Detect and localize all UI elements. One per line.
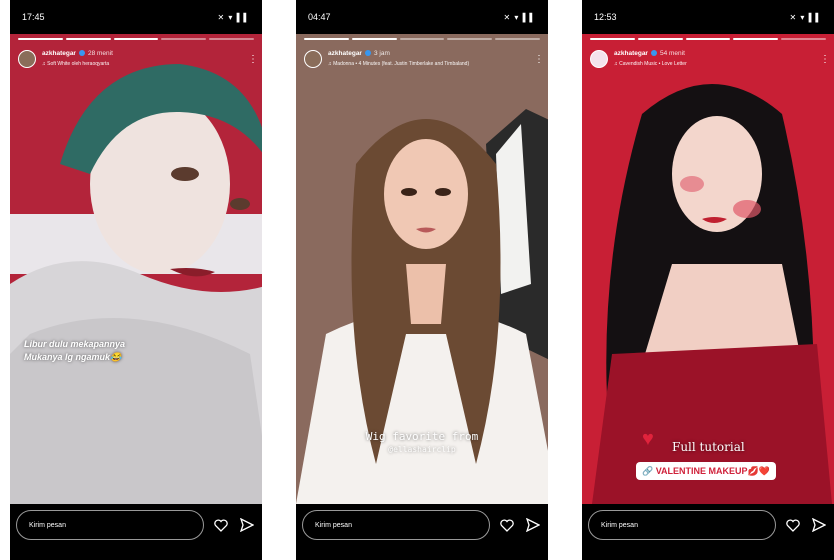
story-header: azkhategar 3 jam ♫ Madonna • 4 Minutes (f… bbox=[304, 46, 544, 72]
story-caption: Wig favorite from @ellashairclip bbox=[296, 430, 548, 456]
verified-badge-icon bbox=[364, 50, 371, 57]
send-message-input[interactable]: Kirim pesan bbox=[588, 510, 776, 540]
time-ago: 28 menit bbox=[87, 50, 113, 57]
status-bar: 17:45 ✕ ▾ ▌▌ bbox=[10, 0, 262, 34]
caption-line-1: Libur dulu mekapannya bbox=[24, 339, 126, 349]
link-sticker[interactable]: 🔗 VALENTINE MAKEUP💋❤️ bbox=[636, 462, 776, 480]
heart-sticker-icon: ♥ bbox=[642, 428, 654, 450]
like-icon[interactable] bbox=[498, 516, 516, 534]
time-ago: 3 jam bbox=[373, 50, 390, 57]
caption-line-2: Mukanya lg ngamuk😂 bbox=[24, 352, 122, 362]
link-icon: 🔗 bbox=[642, 465, 656, 476]
status-icons: ✕ ▾ ▌▌ bbox=[217, 12, 250, 22]
send-icon[interactable] bbox=[238, 516, 256, 534]
username[interactable]: azkhategar bbox=[42, 50, 76, 57]
verified-badge-icon bbox=[650, 50, 657, 57]
music-label[interactable]: Madonna • 4 Minutes (feat. Justin Timber… bbox=[333, 61, 469, 67]
time-ago: 54 menit bbox=[659, 50, 685, 57]
story-header: azkhategar 54 menit ♫ Cavendish Music • L… bbox=[590, 46, 830, 72]
story-photo bbox=[582, 34, 834, 504]
system-nav-bar bbox=[296, 548, 548, 560]
status-icons: ✕ ▾ ▌▌ bbox=[789, 12, 822, 22]
story-header: azkhategar 28 menit ♫ Soft White oleh her… bbox=[18, 46, 258, 72]
story-progress bbox=[18, 38, 254, 40]
more-options-icon[interactable]: ⋮ bbox=[534, 54, 544, 65]
status-icons: ✕ ▾ ▌▌ bbox=[503, 12, 536, 22]
send-icon[interactable] bbox=[524, 516, 542, 534]
verified-badge-icon bbox=[78, 50, 85, 57]
status-time: 04:47 bbox=[308, 12, 331, 22]
status-bar: 12:53 ✕ ▾ ▌▌ bbox=[582, 0, 834, 34]
caption-line-2: VALENTINE MAKEUP💋❤️ bbox=[655, 465, 770, 476]
story-media[interactable] bbox=[10, 34, 262, 504]
story-caption: Libur dulu mekapannya Mukanya lg ngamuk😂 bbox=[24, 338, 125, 364]
music-label[interactable]: Soft White oleh heraoqyarta bbox=[47, 61, 109, 67]
caption-line-2[interactable]: @ellashairclip bbox=[296, 443, 548, 456]
status-time: 17:45 bbox=[22, 12, 45, 22]
story-progress bbox=[304, 38, 540, 40]
system-nav-bar bbox=[10, 548, 262, 560]
music-label[interactable]: Cavendish Music • Love Letter bbox=[619, 61, 687, 67]
more-options-icon[interactable]: ⋮ bbox=[820, 54, 830, 65]
caption-line-1: Wig favorite from bbox=[365, 430, 479, 443]
like-icon[interactable] bbox=[784, 516, 802, 534]
avatar[interactable] bbox=[590, 50, 608, 68]
status-bar: 04:47 ✕ ▾ ▌▌ bbox=[296, 0, 548, 34]
story-screen-1: 17:45 ✕ ▾ ▌▌ azkhategar 28 menit ♫ Soft W… bbox=[10, 0, 262, 560]
avatar[interactable] bbox=[18, 50, 36, 68]
send-message-input[interactable]: Kirim pesan bbox=[302, 510, 490, 540]
system-nav-bar bbox=[582, 548, 834, 560]
story-footer: Kirim pesan bbox=[588, 508, 828, 542]
more-options-icon[interactable]: ⋮ bbox=[248, 54, 258, 65]
story-screen-2: 04:47 ✕ ▾ ▌▌ azkhategar 3 jam ♫ Madonna •… bbox=[296, 0, 548, 560]
send-message-input[interactable]: Kirim pesan bbox=[16, 510, 204, 540]
send-icon[interactable] bbox=[810, 516, 828, 534]
story-footer: Kirim pesan bbox=[302, 508, 542, 542]
like-icon[interactable] bbox=[212, 516, 230, 534]
status-time: 12:53 bbox=[594, 12, 617, 22]
caption-line-1: Full tutorial bbox=[672, 440, 745, 454]
story-progress bbox=[590, 38, 826, 40]
username[interactable]: azkhategar bbox=[328, 50, 362, 57]
story-screen-3: 12:53 ✕ ▾ ▌▌ azkhategar 54 menit ♫ Cavend… bbox=[582, 0, 834, 560]
avatar[interactable] bbox=[304, 50, 322, 68]
story-photo bbox=[10, 34, 262, 504]
username[interactable]: azkhategar bbox=[614, 50, 648, 57]
story-footer: Kirim pesan bbox=[16, 508, 256, 542]
story-media[interactable] bbox=[582, 34, 834, 504]
